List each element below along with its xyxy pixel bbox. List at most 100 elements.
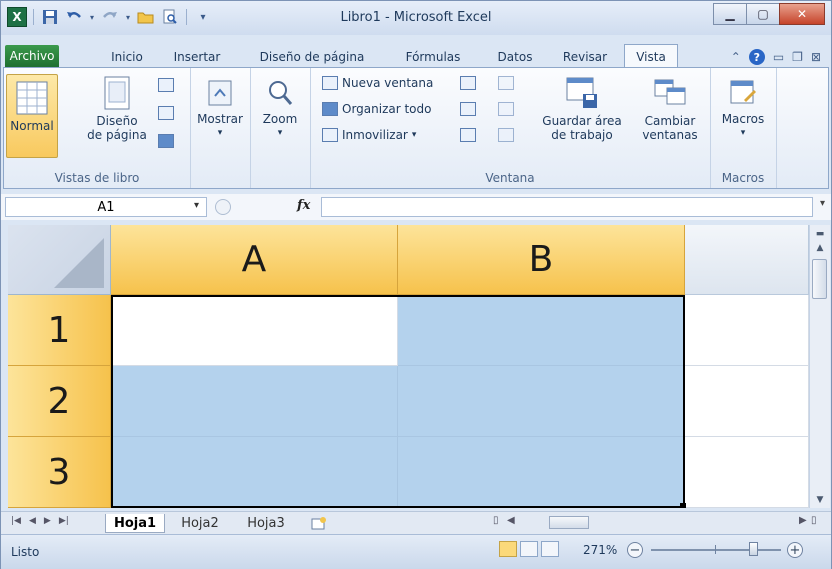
column-header[interactable]: A	[111, 225, 398, 295]
split-icon[interactable]	[460, 76, 476, 90]
page-break-view-icon[interactable]	[541, 541, 559, 557]
row-header[interactable]: 1	[8, 295, 111, 366]
name-box[interactable]: A1 ▾	[5, 197, 207, 217]
save-workspace-button[interactable]: Guardar área de trabajo	[536, 76, 628, 142]
page-layout-icon	[104, 76, 130, 110]
expand-formula-icon[interactable]: ▾	[820, 198, 825, 209]
tab-vista[interactable]: Vista	[624, 44, 678, 69]
normal-view-icon[interactable]	[499, 541, 517, 557]
side-by-side-icon[interactable]	[498, 76, 514, 90]
dropdown-icon: ▾	[740, 128, 746, 138]
row-header[interactable]: 3	[8, 437, 111, 508]
sheet-tab-hoja1[interactable]: Hoja1	[105, 514, 165, 533]
cell-b3[interactable]	[398, 437, 685, 508]
minimize-ribbon-icon[interactable]: ⌃	[731, 50, 741, 64]
group-mostrar: Mostrar ▾	[190, 68, 251, 188]
minimize-icon[interactable]: ▁	[713, 3, 747, 25]
normal-view-button[interactable]: Normal	[6, 74, 58, 158]
sheet-tab-hoja3[interactable]: Hoja3	[237, 514, 295, 532]
insert-function-icon[interactable]: fx	[297, 198, 310, 213]
next-sheet-icon[interactable]: ▶	[44, 516, 51, 526]
custom-views-icon[interactable]	[158, 106, 174, 120]
resize-handle-icon[interactable]: ▯	[811, 515, 817, 526]
scroll-left-icon[interactable]: ◀	[507, 515, 515, 526]
cell-a2[interactable]	[111, 366, 398, 437]
unhide-icon[interactable]	[460, 128, 476, 142]
close-icon[interactable]: ✕	[779, 3, 825, 25]
last-sheet-icon[interactable]: ▶|	[59, 516, 69, 526]
tab-inicio[interactable]: Inicio	[105, 46, 149, 67]
zoom-out-icon[interactable]: −	[627, 542, 643, 558]
hide-icon[interactable]	[460, 102, 476, 116]
switch-windows-button[interactable]: Cambiar ventanas	[632, 76, 708, 142]
macros-button[interactable]: Macros ▾	[716, 78, 770, 140]
show-label: Mostrar	[197, 112, 243, 126]
sheet-tab-hoja2[interactable]: Hoja2	[171, 514, 229, 532]
insert-sheet-icon[interactable]	[301, 514, 337, 532]
split-handle-icon[interactable]: ▯	[493, 515, 499, 526]
doc-close-icon[interactable]: ⊠	[811, 50, 821, 64]
tab-insertar[interactable]: Insertar	[167, 46, 227, 67]
zoom-label: Zoom	[262, 112, 298, 126]
zoom-level[interactable]: 271%	[583, 543, 617, 557]
full-screen-icon[interactable]	[158, 134, 174, 148]
horizontal-scroll-thumb[interactable]	[549, 516, 589, 529]
spreadsheet-grid[interactable]: A B 1 2 3	[8, 225, 809, 508]
scroll-right-icon[interactable]: ▶	[799, 515, 807, 526]
doc-restore-icon[interactable]: ❐	[792, 50, 803, 64]
freeze-panes-label: Inmovilizar	[342, 128, 408, 142]
freeze-panes-button[interactable]: Inmovilizar ▾	[322, 128, 416, 142]
row-header[interactable]: 2	[8, 366, 111, 437]
page-break-icon[interactable]	[158, 78, 174, 92]
zoom-slider-thumb[interactable]	[749, 542, 758, 556]
vertical-scrollbar[interactable]: ▬ ▲ ▼	[809, 225, 830, 508]
dropdown-icon: ▾	[277, 128, 283, 138]
chevron-down-icon[interactable]: ▾	[194, 200, 200, 211]
doc-minimize-icon[interactable]: ▭	[773, 50, 784, 64]
cell-b1[interactable]	[398, 295, 685, 366]
scroll-down-icon[interactable]: ▼	[812, 493, 828, 507]
group-vistas-libro: Normal Diseño de página Vistas de libro	[4, 68, 191, 188]
macros-icon	[730, 80, 756, 104]
tab-revisar[interactable]: Revisar	[556, 46, 614, 67]
first-sheet-icon[interactable]: |◀	[11, 516, 21, 526]
tab-formulas[interactable]: Fórmulas	[397, 46, 469, 67]
reset-position-icon[interactable]	[498, 128, 514, 142]
tab-archivo[interactable]: Archivo	[5, 45, 59, 67]
help-icon[interactable]: ?	[748, 49, 765, 65]
new-window-button[interactable]: Nueva ventana	[322, 76, 433, 90]
column-header[interactable]: B	[398, 225, 685, 295]
horizontal-scrollbar[interactable]: ▯ ◀ ▶ ▯	[493, 515, 823, 530]
cell-c1[interactable]	[685, 295, 809, 366]
maximize-icon[interactable]: ▢	[746, 3, 780, 25]
tab-datos[interactable]: Datos	[490, 46, 540, 67]
scroll-up-icon[interactable]: ▲	[812, 241, 828, 255]
formula-input[interactable]	[321, 197, 813, 217]
prev-sheet-icon[interactable]: ◀	[29, 516, 36, 526]
tab-diseno-pagina[interactable]: Diseño de página	[254, 46, 370, 67]
fill-handle[interactable]	[680, 503, 686, 508]
arrange-all-button[interactable]: Organizar todo	[322, 102, 431, 116]
split-handle-icon[interactable]: ▬	[812, 227, 828, 241]
cell-c3[interactable]	[685, 437, 809, 508]
new-window-label: Nueva ventana	[342, 76, 434, 90]
page-layout-view-icon[interactable]	[520, 541, 538, 557]
scroll-thumb[interactable]	[812, 259, 827, 299]
ribbon: Normal Diseño de página Vistas de libro …	[3, 67, 829, 189]
column-header-empty[interactable]	[685, 225, 809, 295]
page-layout-button[interactable]: Diseño de página	[82, 76, 152, 142]
zoom-in-icon[interactable]: +	[787, 542, 803, 558]
group-macros: Macros ▾ Macros	[710, 68, 777, 188]
cell-a3[interactable]	[111, 437, 398, 508]
excel-window: X ▾ ▾ ▾ Libro1 - Microsoft Excel ▁ ▢ ✕ A…	[0, 0, 832, 569]
zoom-slider[interactable]	[651, 549, 781, 551]
zoom-center-tick	[715, 545, 716, 554]
cell-c2[interactable]	[685, 366, 809, 437]
cancel-entry-icon[interactable]	[215, 199, 231, 215]
zoom-button[interactable]: Zoom ▾	[256, 78, 304, 140]
sync-scroll-icon[interactable]	[498, 102, 514, 116]
cell-b2[interactable]	[398, 366, 685, 437]
select-all-corner[interactable]	[8, 225, 111, 295]
cell-a1[interactable]	[111, 295, 398, 366]
show-button[interactable]: Mostrar ▾	[194, 78, 246, 140]
